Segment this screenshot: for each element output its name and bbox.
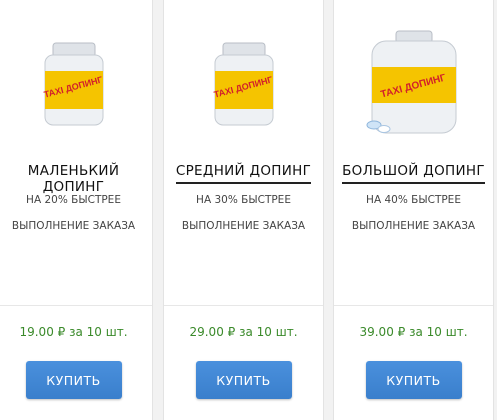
buy-button[interactable]: КУПИТЬ: [25, 361, 122, 399]
price-label: 39.00 ₽ за 10 шт.: [359, 325, 468, 339]
buy-button[interactable]: КУПИТЬ: [195, 361, 292, 399]
product-description: НА 30% БЫСТРЕЕ ВЫПОЛНЕНИЕ ЗАКАЗА: [164, 187, 323, 239]
small-jar-image: TAXI ДОПИНГ: [42, 42, 103, 126]
product-title: СРЕДНИЙ ДОПИНГ: [164, 163, 323, 184]
description-line: НА 20% БЫСТРЕЕ: [26, 194, 121, 206]
product-card-large: TAXI ДОПИНГ БОЛЬШОЙ ДОПИНГ НА 40% БЫСТРЕ…: [333, 0, 494, 420]
product-title: БОЛЬШОЙ ДОПИНГ: [334, 163, 493, 184]
product-description: НА 20% БЫСТРЕЕ ВЫПОЛНЕНИЕ ЗАКАЗА: [0, 187, 152, 239]
price-label: 29.00 ₽ за 10 шт.: [189, 325, 298, 339]
description-line: ВЫПОЛНЕНИЕ ЗАКАЗА: [351, 220, 476, 232]
description-line: ВЫПОЛНЕНИЕ ЗАКАЗА: [181, 220, 306, 232]
medium-jar-image: TAXI ДОПИНГ: [212, 42, 273, 126]
divider: [164, 305, 323, 306]
buy-button[interactable]: КУПИТЬ: [365, 361, 462, 399]
description-line: НА 30% БЫСТРЕЕ: [196, 194, 291, 206]
price-label: 19.00 ₽ за 10 шт.: [19, 325, 128, 339]
description-line: ВЫПОЛНЕНИЕ ЗАКАЗА: [11, 220, 136, 232]
product-description: НА 40% БЫСТРЕЕ ВЫПОЛНЕНИЕ ЗАКАЗА: [334, 187, 493, 239]
divider: [334, 305, 493, 306]
product-card-medium: TAXI ДОПИНГ СРЕДНИЙ ДОПИНГ НА 30% БЫСТРЕ…: [163, 0, 324, 420]
description-line: НА 40% БЫСТРЕЕ: [366, 194, 461, 206]
divider: [0, 305, 152, 306]
product-card-small: TAXI ДОПИНГ МАЛЕНЬКИЙ ДОПИНГ НА 20% БЫСТ…: [0, 0, 153, 420]
large-jar-image: TAXI ДОПИНГ: [366, 30, 456, 134]
